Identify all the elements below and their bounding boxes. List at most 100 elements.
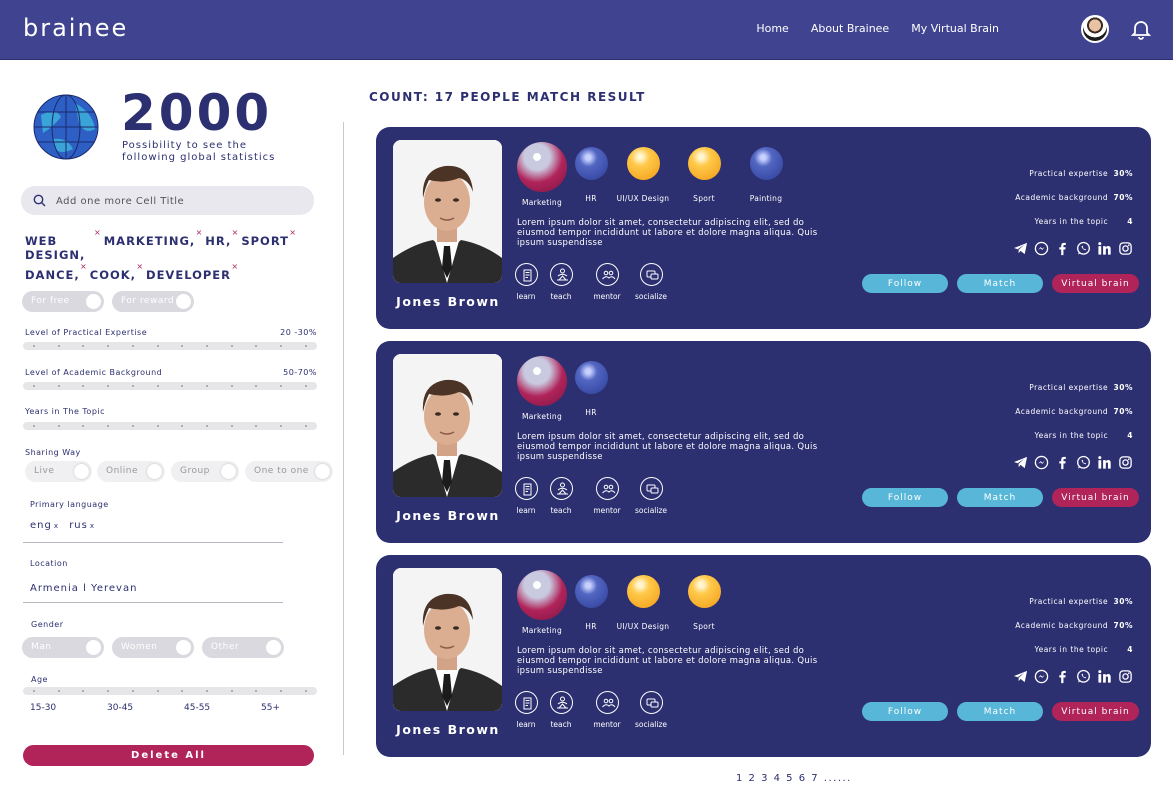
- match-button[interactable]: Match: [957, 488, 1043, 507]
- topic-sport[interactable]: Sport: [669, 570, 739, 631]
- match-button[interactable]: Match: [957, 702, 1043, 721]
- remove-tag-icon[interactable]: ×: [232, 228, 240, 237]
- remove-tag-icon[interactable]: ×: [196, 228, 204, 237]
- action-teach[interactable]: teach: [539, 263, 583, 301]
- practical-expertise: Practical expertise 30%: [1029, 597, 1133, 606]
- follow-button[interactable]: Follow: [862, 702, 948, 721]
- academic-background: Academic background 70%: [1015, 621, 1133, 630]
- nav-about[interactable]: About Brainee: [811, 22, 889, 35]
- person-name[interactable]: Jones Brown: [393, 508, 503, 523]
- delete-all-button[interactable]: Delete All: [23, 745, 314, 766]
- person-photo[interactable]: [393, 354, 502, 497]
- stat-description: Possibility to see the following global …: [122, 140, 276, 163]
- search-box: [21, 186, 314, 215]
- follow-button[interactable]: Follow: [862, 488, 948, 507]
- virtual-brain-button[interactable]: Virtual brain: [1052, 702, 1139, 721]
- person-name[interactable]: Jones Brown: [393, 722, 503, 737]
- messenger-icon[interactable]: [1034, 455, 1049, 470]
- action-label: mentor: [593, 720, 621, 729]
- toggle-live[interactable]: Live: [25, 461, 92, 482]
- remove-tag-icon[interactable]: ×: [289, 228, 297, 237]
- instagram-icon[interactable]: [1118, 241, 1133, 256]
- instagram-icon[interactable]: [1118, 669, 1133, 684]
- age-slider[interactable]: [23, 687, 317, 695]
- remove-tag-icon[interactable]: ×: [80, 262, 88, 271]
- toggle-women[interactable]: Women: [112, 637, 194, 658]
- toggle-other[interactable]: Other: [202, 637, 284, 658]
- messenger-icon[interactable]: [1034, 241, 1049, 256]
- academic-slider[interactable]: [23, 382, 317, 390]
- user-avatar[interactable]: [1081, 15, 1109, 43]
- facebook-icon[interactable]: [1055, 455, 1070, 470]
- toggle-one-to-one[interactable]: One to one: [245, 461, 333, 482]
- toggle-for-free[interactable]: For free: [22, 291, 104, 312]
- toggle-online[interactable]: Online: [97, 461, 165, 482]
- action-socialize[interactable]: socialize: [629, 263, 673, 301]
- mentor-icon: [595, 477, 619, 500]
- linkedin-icon[interactable]: [1097, 669, 1112, 684]
- location-field[interactable]: Armenia l Yerevan: [30, 583, 137, 594]
- toggle-group[interactable]: Group: [171, 461, 239, 482]
- virtual-brain-button[interactable]: Virtual brain: [1052, 274, 1139, 293]
- linkedin-icon[interactable]: [1097, 241, 1112, 256]
- brainee-logo[interactable]: brainee: [23, 14, 128, 42]
- linkedin-icon[interactable]: [1097, 455, 1112, 470]
- follow-button[interactable]: Follow: [862, 274, 948, 293]
- selected-tags: WEB DESIGN, × MARKETING, × HR, × SPORT × DAN…: [25, 228, 296, 288]
- years-in-topic: Years in the topic 4: [1034, 217, 1133, 226]
- action-teach[interactable]: teach: [539, 691, 583, 729]
- practical-slider[interactable]: [23, 342, 317, 350]
- topic-hr[interactable]: HR: [556, 356, 626, 417]
- topic-ui-ux-design[interactable]: UI/UX Design: [608, 570, 678, 631]
- divider: [23, 542, 283, 543]
- person-card: Jones Brown Marketing HR UI/UX Design Sport…: [376, 127, 1151, 329]
- remove-tag-icon[interactable]: ×: [94, 228, 102, 237]
- remove-lang-icon[interactable]: x: [54, 522, 59, 530]
- remove-tag-icon[interactable]: ×: [231, 262, 239, 271]
- action-teach[interactable]: teach: [539, 477, 583, 515]
- location-label: Location: [30, 559, 68, 568]
- remove-lang-icon[interactable]: x: [90, 522, 95, 530]
- toggle-man[interactable]: Man: [22, 637, 104, 658]
- bell-icon[interactable]: [1129, 17, 1153, 41]
- academic-background: Academic background 70%: [1015, 407, 1133, 416]
- match-button[interactable]: Match: [957, 274, 1043, 293]
- virtual-brain-button[interactable]: Virtual brain: [1052, 488, 1139, 507]
- action-socialize[interactable]: socialize: [629, 477, 673, 515]
- years-slider[interactable]: [23, 422, 317, 430]
- academic-label: Level of Academic Background: [25, 368, 163, 377]
- topic-ui-ux-design[interactable]: UI/UX Design: [608, 142, 678, 203]
- topic-sport[interactable]: Sport: [669, 142, 739, 203]
- action-label: mentor: [593, 506, 621, 515]
- telegram-icon[interactable]: [1013, 241, 1028, 256]
- action-mentor[interactable]: mentor: [585, 691, 629, 729]
- messenger-icon[interactable]: [1034, 669, 1049, 684]
- remove-tag-icon[interactable]: ×: [136, 262, 144, 271]
- instagram-icon[interactable]: [1118, 455, 1133, 470]
- facebook-icon[interactable]: [1055, 241, 1070, 256]
- topic-label: HR: [585, 408, 597, 417]
- whatsapp-icon[interactable]: [1076, 669, 1091, 684]
- action-label: mentor: [593, 292, 621, 301]
- whatsapp-icon[interactable]: [1076, 241, 1091, 256]
- telegram-icon[interactable]: [1013, 455, 1028, 470]
- person-photo[interactable]: [393, 140, 502, 283]
- action-mentor[interactable]: mentor: [585, 477, 629, 515]
- pagination[interactable]: 1 2 3 4 5 6 7 ......: [736, 773, 852, 784]
- action-mentor[interactable]: mentor: [585, 263, 629, 301]
- tag-dance: DANCE, ×: [25, 262, 88, 282]
- whatsapp-icon[interactable]: [1076, 455, 1091, 470]
- telegram-icon[interactable]: [1013, 669, 1028, 684]
- action-socialize[interactable]: socialize: [629, 691, 673, 729]
- toggle-for-reward[interactable]: For reward: [112, 291, 194, 312]
- facebook-icon[interactable]: [1055, 669, 1070, 684]
- gender-label: Gender: [31, 620, 64, 629]
- person-name[interactable]: Jones Brown: [393, 294, 503, 309]
- search-input[interactable]: [56, 192, 296, 210]
- topic-painting[interactable]: Painting: [731, 142, 801, 203]
- action-label: socialize: [634, 292, 668, 301]
- person-photo[interactable]: [393, 568, 502, 711]
- social-links: [1013, 669, 1133, 684]
- nav-virtual-brain[interactable]: My Virtual Brain: [911, 22, 999, 35]
- nav-home[interactable]: Home: [756, 22, 788, 35]
